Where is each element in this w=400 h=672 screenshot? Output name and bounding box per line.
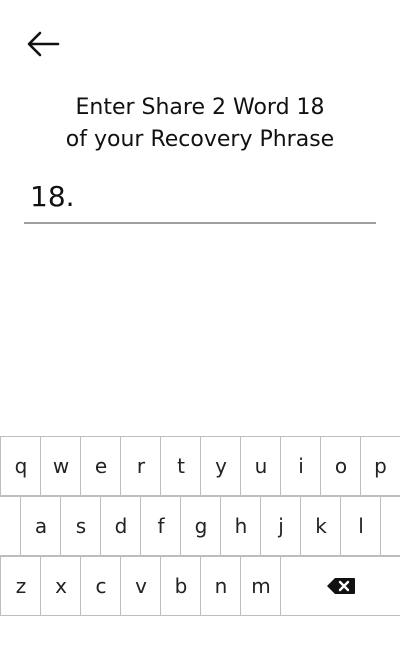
key-g[interactable]: g: [180, 496, 221, 556]
key-w[interactable]: w: [40, 436, 81, 496]
recovery-word-field[interactable]: 18.: [24, 170, 400, 224]
keyboard-spacer-left: [0, 496, 21, 556]
key-p[interactable]: p: [360, 436, 400, 496]
keyboard-row-3: z x c v b n m: [0, 556, 400, 616]
recovery-word-input[interactable]: [78, 175, 400, 217]
key-k[interactable]: k: [300, 496, 341, 556]
key-v[interactable]: v: [120, 556, 161, 616]
key-b[interactable]: b: [160, 556, 201, 616]
key-h[interactable]: h: [220, 496, 261, 556]
key-i[interactable]: i: [280, 436, 321, 496]
key-l[interactable]: l: [340, 496, 381, 556]
title-line-1: Enter Share 2 Word 18: [75, 95, 325, 120]
key-a[interactable]: a: [20, 496, 61, 556]
key-s[interactable]: s: [60, 496, 101, 556]
key-n[interactable]: n: [200, 556, 241, 616]
key-y[interactable]: y: [200, 436, 241, 496]
key-d[interactable]: d: [100, 496, 141, 556]
key-f[interactable]: f: [140, 496, 181, 556]
on-screen-keyboard: q w e r t y u i o p a s d f g h j k l z …: [0, 436, 400, 618]
page-title: Enter Share 2 Word 18 of your Recovery P…: [0, 92, 400, 156]
key-u[interactable]: u: [240, 436, 281, 496]
key-c[interactable]: c: [80, 556, 121, 616]
title-line-2: of your Recovery Phrase: [65, 127, 335, 152]
key-x[interactable]: x: [40, 556, 81, 616]
backspace-icon: [326, 578, 355, 594]
key-z[interactable]: z: [0, 556, 41, 616]
key-t[interactable]: t: [160, 436, 201, 496]
back-button[interactable]: [26, 28, 62, 60]
key-e[interactable]: e: [80, 436, 121, 496]
key-q[interactable]: q: [0, 436, 41, 496]
key-r[interactable]: r: [120, 436, 161, 496]
key-o[interactable]: o: [320, 436, 361, 496]
key-m[interactable]: m: [240, 556, 281, 616]
keyboard-row-2: a s d f g h j k l: [0, 496, 400, 556]
backspace-key[interactable]: [280, 556, 400, 616]
key-j[interactable]: j: [260, 496, 301, 556]
keyboard-spacer-right: [380, 496, 400, 556]
arrow-left-icon: [27, 31, 60, 57]
keyboard-row-1: q w e r t y u i o p: [0, 436, 400, 496]
word-number-prefix: 18.: [30, 179, 75, 213]
